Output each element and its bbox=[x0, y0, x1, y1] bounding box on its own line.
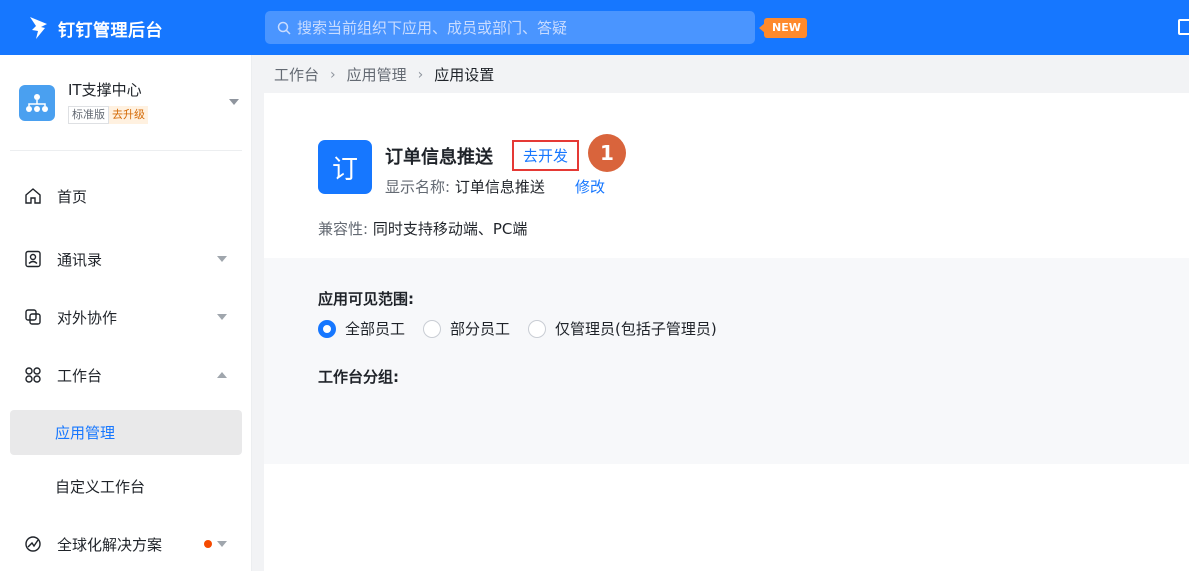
visibility-radio-group: 全部员工 部分员工 仅管理员(包括子管理员) bbox=[318, 318, 735, 339]
breadcrumb-app-management[interactable]: 应用管理 bbox=[347, 64, 407, 85]
nav-collaboration[interactable]: 对外协作 bbox=[0, 293, 252, 341]
breadcrumb-app-settings: 应用设置 bbox=[434, 66, 495, 84]
org-switcher[interactable]: IT支撑中心 标准版 去升级 bbox=[0, 55, 252, 151]
org-tags: 标准版 去升级 bbox=[68, 106, 148, 124]
nav-home[interactable]: 首页 bbox=[0, 172, 252, 220]
breadcrumb: 工作台 › 应用管理 › 应用设置 bbox=[274, 64, 494, 85]
notification-dot bbox=[204, 540, 212, 548]
app-icon: 订 bbox=[318, 140, 372, 194]
upgrade-tag[interactable]: 去升级 bbox=[109, 106, 148, 124]
display-name-label: 显示名称: bbox=[385, 178, 451, 196]
workbench-icon bbox=[25, 367, 41, 383]
nav-label: 通讯录 bbox=[57, 250, 103, 269]
display-name-value: 订单信息推送 bbox=[454, 178, 545, 196]
nav-globalization[interactable]: 全球化解决方案 bbox=[0, 520, 252, 568]
new-badge: NEW bbox=[759, 18, 807, 38]
visibility-title: 应用可见范围: bbox=[318, 290, 414, 308]
org-avatar bbox=[19, 85, 55, 121]
breadcrumb-workbench[interactable]: 工作台 bbox=[274, 64, 319, 85]
workbench-group-title: 工作台分组: bbox=[318, 368, 399, 386]
globe-icon bbox=[25, 536, 41, 552]
divider bbox=[10, 150, 242, 151]
org-name: IT支撑中心 bbox=[68, 81, 142, 99]
radio-some-employees[interactable]: 部分员工 bbox=[423, 318, 510, 339]
top-bar: 钉钉管理后台 搜索当前组织下应用、成员或部门、答疑 NEW bbox=[0, 0, 1189, 55]
nav-label: 全球化解决方案 bbox=[57, 535, 163, 554]
brand-title: 钉钉管理后台 bbox=[58, 20, 163, 41]
chevron-down-icon bbox=[217, 256, 227, 262]
radio-label: 全部员工 bbox=[345, 320, 406, 338]
contacts-icon bbox=[25, 250, 41, 268]
chevron-down-icon bbox=[217, 314, 227, 320]
nav-contacts[interactable]: 通讯录 bbox=[0, 235, 252, 283]
radio-label: 部分员工 bbox=[450, 320, 511, 338]
nav-workbench[interactable]: 工作台 bbox=[0, 351, 252, 399]
radio-unchecked-icon bbox=[423, 319, 442, 338]
chevron-down-icon bbox=[229, 99, 239, 105]
sub-item-app-management[interactable]: 应用管理 bbox=[10, 410, 242, 455]
nav-label: 对外协作 bbox=[57, 308, 118, 327]
app-name: 订单信息推送 bbox=[385, 147, 493, 168]
display-name-row: 显示名称: 订单信息推送 bbox=[385, 176, 545, 197]
search-placeholder: 搜索当前组织下应用、成员或部门、答疑 bbox=[297, 19, 568, 37]
sidebar: IT支撑中心 标准版 去升级 首页 通讯录 对外协作 工作台 应用管理 自定义工… bbox=[0, 55, 252, 571]
sub-item-label: 自定义工作台 bbox=[55, 478, 146, 496]
radio-all-employees[interactable]: 全部员工 bbox=[318, 318, 405, 339]
radio-unchecked-icon bbox=[528, 319, 547, 338]
nav-label: 首页 bbox=[57, 187, 88, 206]
search-icon bbox=[277, 21, 291, 35]
chevron-right-icon: › bbox=[330, 66, 336, 83]
brand[interactable]: 钉钉管理后台 bbox=[28, 12, 163, 44]
chevron-up-icon bbox=[217, 372, 227, 378]
compatibility-value: 同时支持移动端、PC端 bbox=[372, 220, 528, 238]
content-area bbox=[264, 464, 1189, 571]
nav-label: 工作台 bbox=[57, 366, 103, 385]
external-link-icon[interactable] bbox=[1178, 19, 1189, 35]
step-badge: 1 bbox=[588, 134, 626, 172]
radio-checked-icon bbox=[318, 319, 336, 338]
radio-admins-only[interactable]: 仅管理员(包括子管理员) bbox=[528, 318, 717, 339]
compatibility-row: 兼容性: 同时支持移动端、PC端 bbox=[318, 218, 527, 239]
sub-item-custom-workbench[interactable]: 自定义工作台 bbox=[10, 464, 242, 509]
chevron-down-icon bbox=[217, 541, 227, 547]
edit-display-name-link[interactable]: 修改 bbox=[575, 176, 605, 197]
radio-label: 仅管理员(包括子管理员) bbox=[555, 320, 717, 338]
go-develop-button[interactable]: 去开发 bbox=[512, 140, 579, 171]
compatibility-label: 兼容性: bbox=[318, 220, 369, 238]
search-input[interactable]: 搜索当前组织下应用、成员或部门、答疑 bbox=[265, 11, 755, 44]
home-icon bbox=[25, 188, 41, 204]
dingtalk-logo-icon bbox=[30, 17, 47, 39]
edition-tag: 标准版 bbox=[68, 106, 109, 124]
collaboration-icon bbox=[25, 309, 41, 325]
chevron-right-icon: › bbox=[417, 66, 424, 83]
sub-item-label: 应用管理 bbox=[55, 424, 116, 442]
org-structure-icon bbox=[26, 94, 48, 112]
